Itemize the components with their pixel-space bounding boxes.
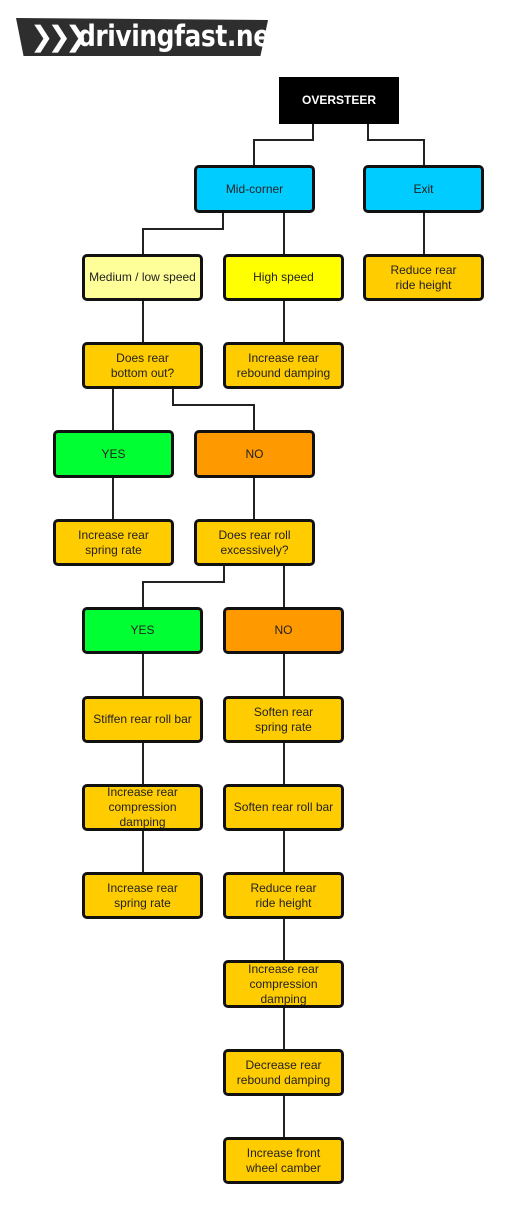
connector <box>142 212 224 255</box>
node-increase-spring-rate-2: Increase rear spring rate <box>82 872 203 919</box>
node-exit-reduce-ride-height: Reduce rear ride height <box>363 254 484 301</box>
node-soften-roll-bar: Soften rear roll bar <box>223 784 344 831</box>
node-no-bottom-out: NO <box>194 430 315 478</box>
node-no-roll: NO <box>223 607 344 654</box>
node-question-roll: Does rear roll excessively? <box>194 519 315 566</box>
node-increase-compression: Increase rear compression damping <box>82 784 203 831</box>
connector <box>253 123 314 166</box>
node-increase-spring-rate: Increase rear spring rate <box>53 519 174 566</box>
node-high-speed: High speed <box>223 254 344 301</box>
node-yes-roll: YES <box>82 607 203 654</box>
node-medium-low-speed: Medium / low speed <box>82 254 203 301</box>
node-soften-spring-rate: Soften rear spring rate <box>223 696 344 743</box>
node-decrease-rebound: Decrease rear rebound damping <box>223 1049 344 1096</box>
connector <box>367 123 425 166</box>
node-oversteer: OVERSTEER <box>279 77 399 124</box>
node-mid-corner: Mid-corner <box>194 165 315 213</box>
node-yes-bottom-out: YES <box>53 430 174 478</box>
node-increase-camber: Increase front wheel camber <box>223 1137 344 1184</box>
node-question-bottom-out: Does rear bottom out? <box>82 342 203 389</box>
node-reduce-ride-height: Reduce rear ride height <box>223 872 344 919</box>
connector <box>172 388 255 431</box>
node-increase-compression-2: Increase rear compression damping <box>223 960 344 1008</box>
node-increase-rebound: Increase rear rebound damping <box>223 342 344 389</box>
connector <box>142 565 225 608</box>
node-exit: Exit <box>363 165 484 213</box>
node-stiffen-roll-bar: Stiffen rear roll bar <box>82 696 203 743</box>
